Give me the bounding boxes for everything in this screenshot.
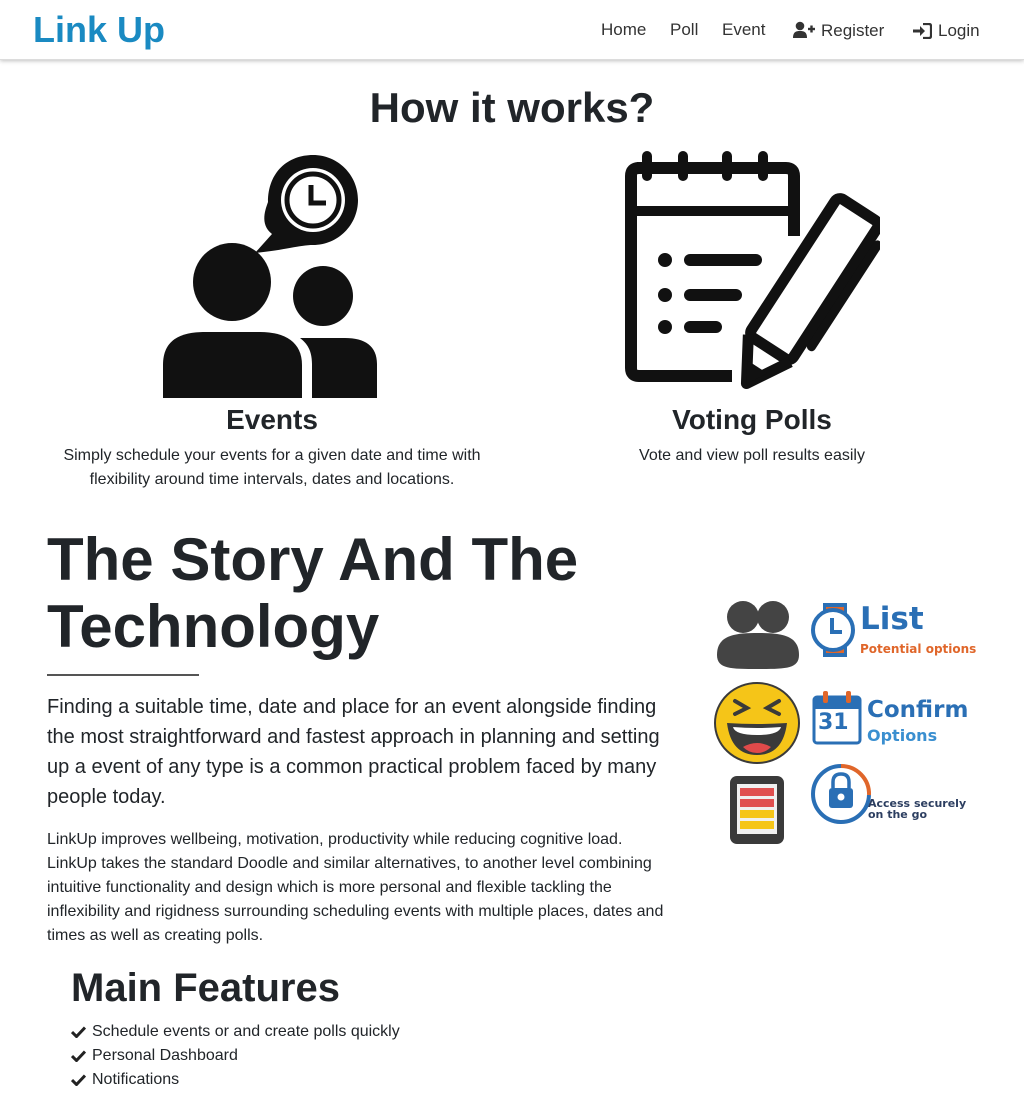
confirm-title: Confirm	[867, 697, 969, 723]
feature-item-label: Personal Dashboard	[92, 1047, 238, 1064]
story-divider	[47, 674, 199, 676]
how-it-works-title: How it works?	[369, 84, 655, 131]
story-lead: Finding a suitable time, date and place …	[47, 696, 660, 808]
login-link[interactable]: Login	[913, 19, 980, 43]
feature-title-polls: Voting Polls	[672, 404, 832, 435]
access-line-2: on the go	[868, 808, 928, 821]
check-icon	[71, 1050, 86, 1062]
confirm-subtitle: Options	[867, 726, 938, 745]
list-title: List	[860, 601, 924, 637]
story-title: The Story And The Technology	[47, 526, 579, 660]
lock-icon	[811, 764, 872, 824]
user-plus-icon	[793, 21, 815, 38]
list-subtitle: Potential options	[860, 642, 977, 656]
check-icon	[71, 1026, 86, 1038]
feature-item-label: Notifications	[92, 1071, 180, 1088]
feature-item-label: Schedule events or and create polls quic…	[92, 1023, 400, 1040]
feature-text-polls: Vote and view poll results easily	[639, 447, 865, 464]
feature-list-item: Personal Dashboard	[71, 1044, 400, 1068]
check-icon	[71, 1074, 86, 1086]
nav-home[interactable]: Home	[601, 18, 646, 42]
login-label: Login	[938, 21, 980, 40]
users-clock-icon	[163, 155, 377, 398]
infographic: List Potential options 31 Confirm Option…	[705, 585, 985, 855]
people-icon	[717, 601, 799, 669]
register-link[interactable]: Register	[793, 19, 884, 43]
story-body: LinkUp improves wellbeing, motivation, p…	[47, 831, 664, 944]
feature-list-item: Notifications	[71, 1068, 400, 1092]
feature-list-item: Schedule events or and create polls quic…	[71, 1020, 400, 1044]
tablet-icon	[730, 776, 784, 844]
nav-poll[interactable]: Poll	[670, 18, 698, 42]
main-features-list: Schedule events or and create polls quic…	[71, 1020, 400, 1092]
notepad-pencil-icon	[625, 151, 880, 390]
nav-event[interactable]: Event	[722, 18, 765, 42]
laughing-emoji-icon	[714, 682, 800, 764]
sign-in-icon	[913, 22, 933, 40]
feature-title-events: Events	[226, 404, 318, 435]
navbar: Link Up Home Poll Event Register Login	[0, 0, 1024, 60]
feature-text-events: Simply schedule your events for a given …	[63, 447, 481, 488]
calendar-day: 31	[818, 710, 849, 735]
main-features-title: Main Features	[71, 966, 340, 1010]
brand-logo[interactable]: Link Up	[33, 8, 165, 52]
clock-list-icon	[811, 603, 855, 657]
register-label: Register	[821, 21, 885, 40]
